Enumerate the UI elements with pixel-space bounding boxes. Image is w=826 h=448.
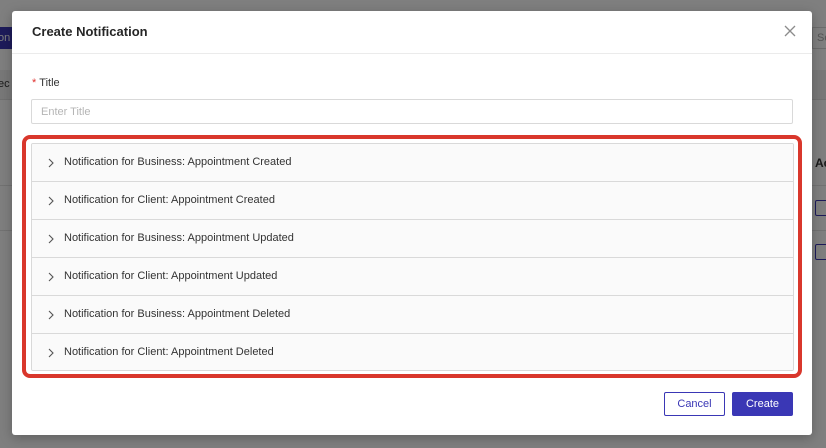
section-label: Notification for Business: Appointment C… bbox=[64, 156, 292, 168]
required-mark: * bbox=[32, 77, 37, 89]
section-label: Notification for Client: Appointment Cre… bbox=[64, 194, 275, 206]
create-button[interactable]: Create bbox=[732, 392, 793, 416]
section-client-appointment-deleted[interactable]: Notification for Client: Appointment Del… bbox=[32, 334, 793, 370]
chevron-right-icon bbox=[48, 234, 54, 244]
section-client-appointment-created[interactable]: Notification for Client: Appointment Cre… bbox=[32, 182, 793, 220]
chevron-right-icon bbox=[48, 272, 54, 282]
section-business-appointment-created[interactable]: Notification for Business: Appointment C… bbox=[32, 144, 793, 182]
section-business-appointment-deleted[interactable]: Notification for Business: Appointment D… bbox=[32, 296, 793, 334]
section-label: Notification for Business: Appointment D… bbox=[64, 308, 291, 320]
title-field-label: * Title bbox=[32, 77, 60, 89]
notification-sections: Notification for Business: Appointment C… bbox=[31, 143, 794, 371]
section-label: Notification for Client: Appointment Upd… bbox=[64, 270, 278, 282]
section-label: Notification for Client: Appointment Del… bbox=[64, 346, 274, 358]
create-notification-modal: Create Notification *Title Notification … bbox=[12, 11, 812, 435]
chevron-right-icon bbox=[48, 158, 54, 168]
title-input[interactable] bbox=[31, 99, 793, 124]
section-client-appointment-updated[interactable]: Notification for Client: Appointment Upd… bbox=[32, 258, 793, 296]
modal-header: Create Notification bbox=[12, 11, 812, 54]
chevron-right-icon bbox=[48, 196, 54, 206]
title-label-text: Title bbox=[39, 77, 60, 89]
cancel-button[interactable]: Cancel bbox=[664, 392, 725, 416]
section-business-appointment-updated[interactable]: Notification for Business: Appointment U… bbox=[32, 220, 793, 258]
close-icon[interactable] bbox=[782, 23, 798, 39]
section-label: Notification for Business: Appointment U… bbox=[64, 232, 294, 244]
modal-title: Create Notification bbox=[32, 24, 148, 39]
chevron-right-icon bbox=[48, 310, 54, 320]
chevron-right-icon bbox=[48, 348, 54, 358]
